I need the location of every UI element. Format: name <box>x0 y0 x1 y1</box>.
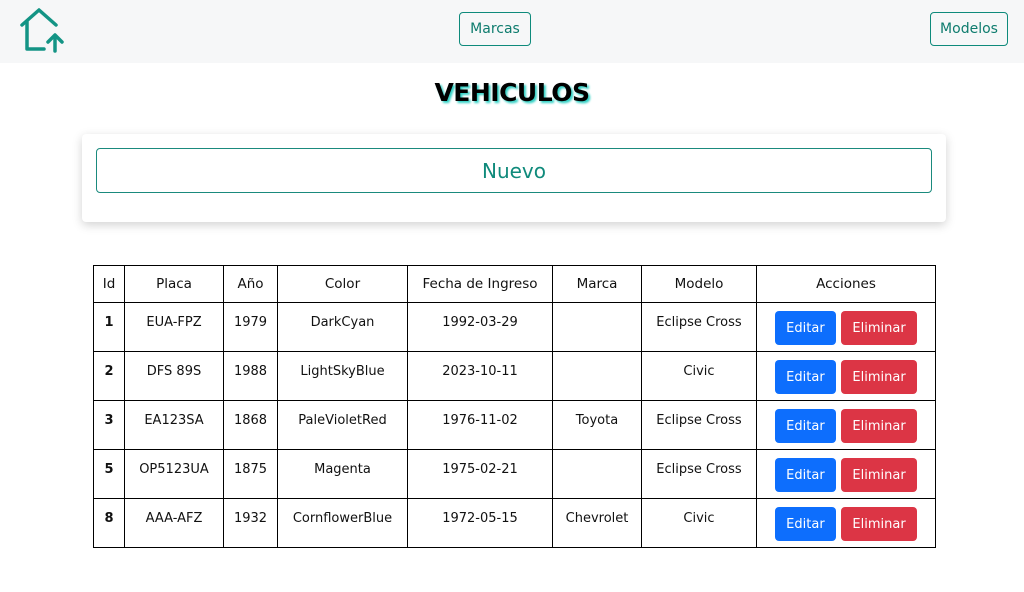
cell-id: 8 <box>93 498 125 548</box>
cell-modelo: Eclipse Cross <box>641 302 757 352</box>
new-vehicle-button[interactable]: Nuevo <box>96 148 932 193</box>
cell-placa: OP5123UA <box>124 449 224 499</box>
cell-marca <box>552 351 642 401</box>
delete-button[interactable]: Eliminar <box>841 360 918 394</box>
delete-button[interactable]: Eliminar <box>841 409 918 443</box>
cell-anio: 1988 <box>223 351 278 401</box>
home-link[interactable] <box>16 5 68 55</box>
cell-anio: 1979 <box>223 302 278 352</box>
cell-fecha: 2023-10-11 <box>407 351 553 401</box>
edit-button[interactable]: Editar <box>774 507 836 541</box>
edit-button[interactable]: Editar <box>774 360 836 394</box>
edit-button[interactable]: Editar <box>774 409 836 443</box>
cell-id: 5 <box>93 449 125 499</box>
cell-marca <box>552 302 642 352</box>
delete-button[interactable]: Eliminar <box>841 311 918 345</box>
cell-color: LightSkyBlue <box>277 351 408 401</box>
table-row: 5 OP5123UA 1875 Magenta 1975-02-21 Eclip… <box>93 449 936 499</box>
header-id: Id <box>93 265 125 303</box>
header-acciones: Acciones <box>756 265 936 303</box>
new-vehicle-card: Nuevo <box>82 134 946 222</box>
cell-fecha: 1972-05-15 <box>407 498 553 548</box>
cell-modelo: Eclipse Cross <box>641 449 757 499</box>
home-upload-icon <box>20 8 64 53</box>
cell-actions: Editar Eliminar <box>756 498 936 548</box>
table-header-row: Id Placa Año Color Fecha de Ingreso Marc… <box>93 265 936 303</box>
cell-modelo: Eclipse Cross <box>641 400 757 450</box>
cell-actions: Editar Eliminar <box>756 302 936 352</box>
cell-color: CornflowerBlue <box>277 498 408 548</box>
cell-anio: 1868 <box>223 400 278 450</box>
cell-placa: AAA-AFZ <box>124 498 224 548</box>
cell-id: 2 <box>93 351 125 401</box>
marcas-button[interactable]: Marcas <box>459 12 531 46</box>
cell-fecha: 1975-02-21 <box>407 449 553 499</box>
header-modelo: Modelo <box>641 265 757 303</box>
cell-placa: EUA-FPZ <box>124 302 224 352</box>
table-row: 8 AAA-AFZ 1932 CornflowerBlue 1972-05-15… <box>93 498 936 548</box>
table-row: 3 EA123SA 1868 PaleVioletRed 1976-11-02 … <box>93 400 936 450</box>
cell-actions: Editar Eliminar <box>756 449 936 499</box>
edit-button[interactable]: Editar <box>774 458 836 492</box>
cell-fecha: 1992-03-29 <box>407 302 553 352</box>
cell-id: 1 <box>93 302 125 352</box>
cell-actions: Editar Eliminar <box>756 351 936 401</box>
top-navbar: Marcas Modelos <box>0 0 1024 63</box>
cell-color: Magenta <box>277 449 408 499</box>
edit-button[interactable]: Editar <box>774 311 836 345</box>
cell-actions: Editar Eliminar <box>756 400 936 450</box>
header-color: Color <box>277 265 408 303</box>
header-anio: Año <box>223 265 278 303</box>
vehicles-table: Id Placa Año Color Fecha de Ingreso Marc… <box>93 265 936 548</box>
header-placa: Placa <box>124 265 224 303</box>
cell-fecha: 1976-11-02 <box>407 400 553 450</box>
delete-button[interactable]: Eliminar <box>841 507 918 541</box>
cell-marca: Chevrolet <box>552 498 642 548</box>
cell-modelo: Civic <box>641 351 757 401</box>
cell-placa: EA123SA <box>124 400 224 450</box>
table-row: 1 EUA-FPZ 1979 DarkCyan 1992-03-29 Eclip… <box>93 302 936 352</box>
cell-placa: DFS 89S <box>124 351 224 401</box>
cell-marca: Toyota <box>552 400 642 450</box>
cell-color: DarkCyan <box>277 302 408 352</box>
page-title: VEHICULOS <box>434 78 590 107</box>
delete-button[interactable]: Eliminar <box>841 458 918 492</box>
cell-anio: 1875 <box>223 449 278 499</box>
cell-modelo: Civic <box>641 498 757 548</box>
cell-id: 3 <box>93 400 125 450</box>
cell-anio: 1932 <box>223 498 278 548</box>
cell-marca <box>552 449 642 499</box>
header-marca: Marca <box>552 265 642 303</box>
cell-color: PaleVioletRed <box>277 400 408 450</box>
table-row: 2 DFS 89S 1988 LightSkyBlue 2023-10-11 C… <box>93 351 936 401</box>
header-fecha-ingreso: Fecha de Ingreso <box>407 265 553 303</box>
modelos-button[interactable]: Modelos <box>930 12 1008 46</box>
